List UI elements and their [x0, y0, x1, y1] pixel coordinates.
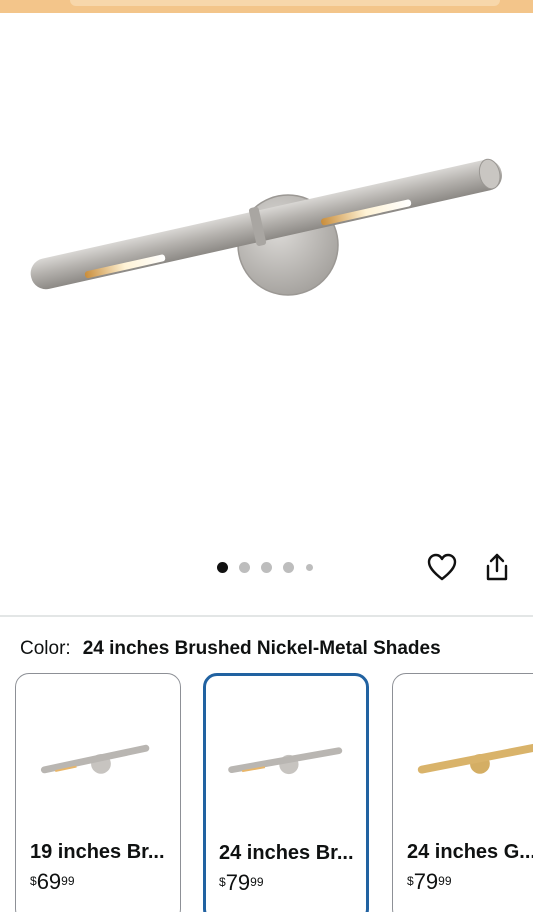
section-divider: [0, 615, 533, 617]
variation-selected-value: 24 inches Brushed Nickel-Metal Shades: [82, 638, 441, 659]
heart-icon: [427, 553, 457, 581]
carousel-dot[interactable]: [239, 562, 250, 573]
swatch-card[interactable]: 24 inches G... $ 79 99: [392, 673, 533, 912]
top-banner-inner: [70, 0, 500, 6]
swatch-thumbnail: [40, 744, 150, 774]
swatch-card[interactable]: 19 inches Br... $ 69 99: [15, 673, 181, 912]
swatch-thumbnail: [417, 738, 533, 774]
variation-label: Color:: [20, 638, 71, 659]
swatch-thumbnail: [228, 747, 343, 775]
carousel-dot[interactable]: [306, 564, 313, 571]
product-image-graphic: [30, 158, 502, 296]
swatch-price: $ 79 99: [407, 869, 452, 894]
carousel-dot[interactable]: [217, 562, 228, 573]
swatch-name: 24 inches G...: [407, 841, 533, 863]
favorite-button[interactable]: [424, 549, 460, 585]
variation-header: Color: 24 inches Brushed Nickel-Metal Sh…: [20, 636, 441, 662]
share-button[interactable]: [479, 549, 515, 585]
swatch-name: 24 inches Br...: [219, 842, 354, 864]
swatch-card-selected[interactable]: 24 inches Br... $ 79 99: [203, 673, 369, 912]
top-banner-strip: [0, 0, 533, 13]
carousel-dot[interactable]: [283, 562, 294, 573]
swatch-name: 19 inches Br...: [30, 841, 165, 863]
swatch-price: $ 79 99: [219, 870, 264, 895]
share-icon: [486, 553, 508, 581]
carousel-dot[interactable]: [261, 562, 272, 573]
product-image[interactable]: [0, 13, 533, 543]
swatch-price: $ 69 99: [30, 869, 75, 894]
